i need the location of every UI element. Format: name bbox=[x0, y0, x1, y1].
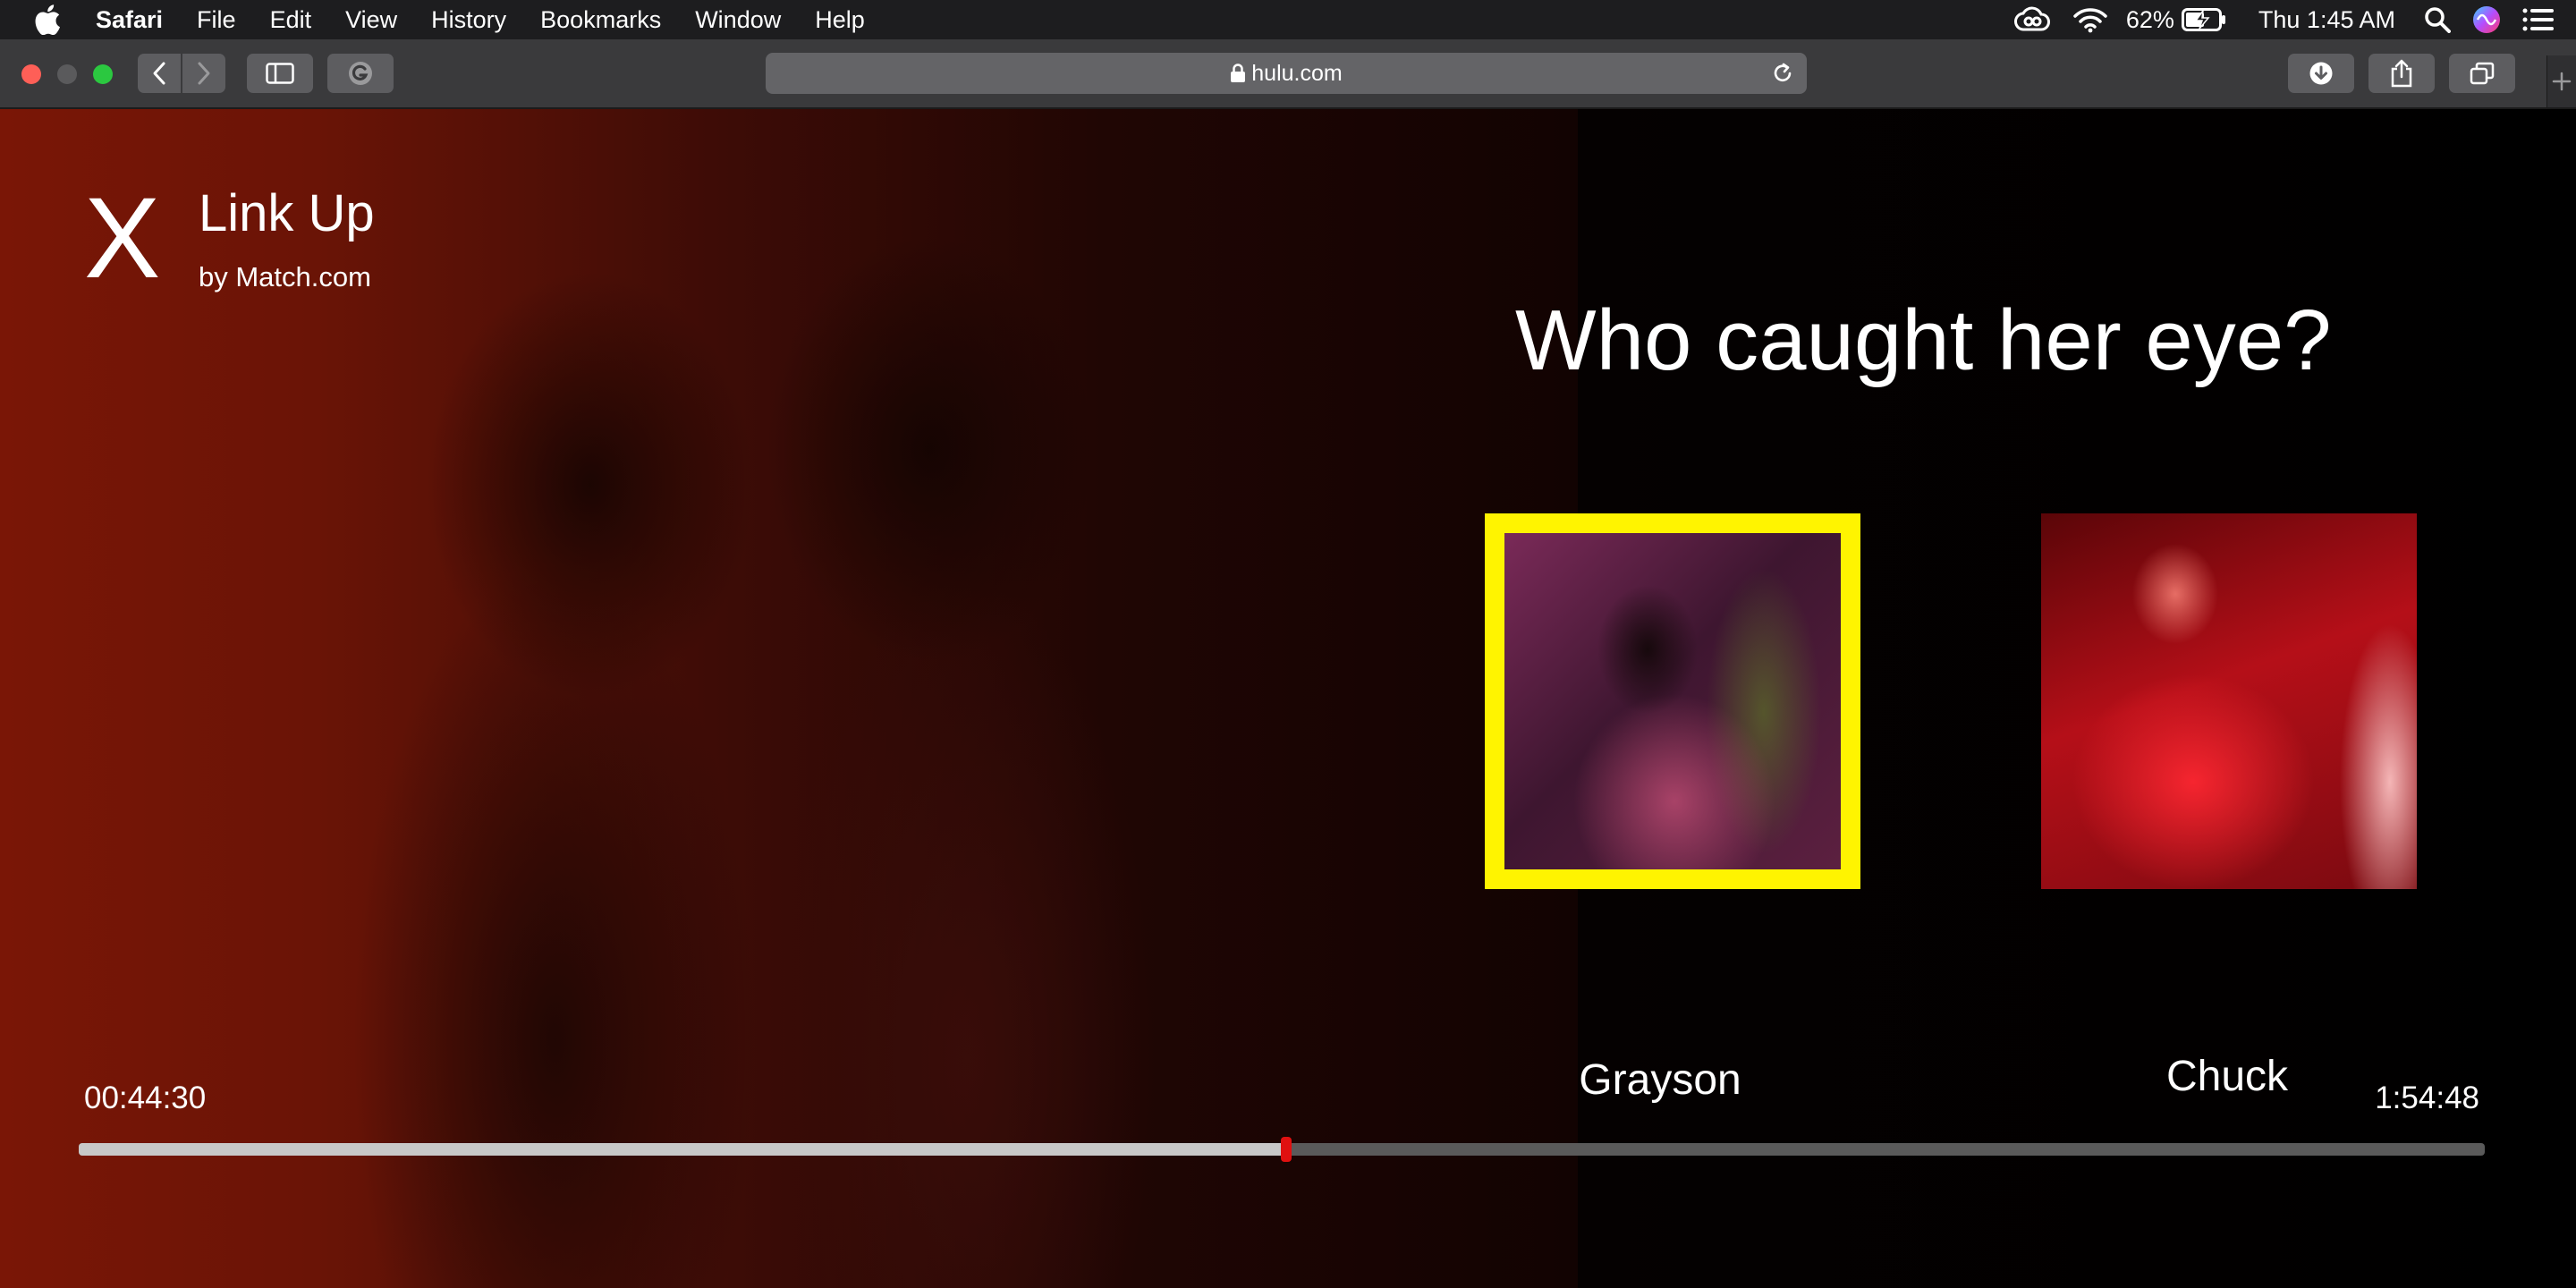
siri-icon[interactable] bbox=[2472, 5, 2501, 34]
downloads-button[interactable] bbox=[2288, 54, 2354, 93]
menu-edit[interactable]: Edit bbox=[253, 0, 329, 39]
reload-button[interactable] bbox=[1771, 62, 1794, 89]
grammarly-extension-button[interactable] bbox=[327, 54, 394, 93]
brand-mark: X bbox=[84, 174, 161, 302]
lock-icon bbox=[1231, 64, 1246, 82]
menu-file[interactable]: File bbox=[180, 0, 253, 39]
battery-percent[interactable]: 62% bbox=[2126, 6, 2174, 34]
spotlight-search-icon[interactable] bbox=[2424, 6, 2451, 33]
menu-bar: Safari File Edit View History Bookmarks … bbox=[0, 0, 2576, 39]
chevron-left-icon bbox=[153, 62, 165, 85]
reload-icon bbox=[1774, 63, 1792, 81]
choice-label-chuck[interactable]: Chuck bbox=[2039, 1052, 2415, 1102]
scrubber-handle[interactable] bbox=[1281, 1137, 1292, 1162]
grammarly-icon bbox=[349, 62, 372, 85]
window-zoom-button[interactable] bbox=[93, 64, 113, 84]
menubar-clock[interactable]: Thu 1:45 AM bbox=[2258, 6, 2395, 34]
plus-icon bbox=[2552, 72, 2572, 91]
share-button[interactable] bbox=[2368, 54, 2435, 93]
window-close-button[interactable] bbox=[21, 64, 41, 84]
menu-app-safari[interactable]: Safari bbox=[79, 0, 180, 39]
choice-card-chuck[interactable] bbox=[2041, 513, 2417, 889]
total-duration: 1:54:48 bbox=[2375, 1080, 2479, 1115]
menu-history[interactable]: History bbox=[414, 0, 523, 39]
brand-subtitle: by Match.com bbox=[199, 261, 371, 292]
choice-image-chuck bbox=[2041, 513, 2417, 889]
apple-icon[interactable] bbox=[16, 4, 79, 35]
download-icon bbox=[2309, 62, 2333, 85]
menu-window[interactable]: Window bbox=[678, 0, 798, 39]
interactive-question: Who caught her eye? bbox=[1515, 292, 2332, 388]
tab-overview-button[interactable] bbox=[2449, 54, 2515, 93]
menu-view[interactable]: View bbox=[328, 0, 414, 39]
menu-help[interactable]: Help bbox=[798, 0, 882, 39]
share-icon bbox=[2391, 59, 2412, 88]
address-url-text: hulu.com bbox=[1251, 60, 1343, 86]
wifi-icon[interactable] bbox=[2072, 6, 2108, 33]
forward-button[interactable] bbox=[182, 54, 225, 93]
choice-image-grayson bbox=[1504, 533, 1841, 869]
window-minimize-button[interactable] bbox=[57, 64, 77, 84]
address-url-display[interactable]: hulu.com bbox=[766, 53, 1807, 94]
notification-center-icon[interactable] bbox=[2522, 7, 2555, 32]
brand-title: Link Up bbox=[199, 184, 375, 242]
sidebar-toggle-button[interactable] bbox=[247, 54, 313, 93]
browser-toolbar: hulu.com bbox=[0, 39, 2576, 109]
menu-bookmarks[interactable]: Bookmarks bbox=[523, 0, 678, 39]
choice-label-grayson[interactable]: Grayson bbox=[1472, 1055, 1848, 1106]
address-bar[interactable]: hulu.com bbox=[766, 53, 1807, 94]
progress-bar-fill bbox=[79, 1143, 1287, 1156]
elapsed-time: 00:44:30 bbox=[84, 1080, 207, 1115]
creative-cloud-icon[interactable] bbox=[2013, 6, 2051, 33]
progress-bar[interactable] bbox=[79, 1137, 2485, 1162]
choice-card-grayson[interactable] bbox=[1485, 513, 1860, 889]
chevron-right-icon bbox=[198, 62, 210, 85]
tabs-icon bbox=[2470, 62, 2495, 85]
video-player[interactable]: X Link Up by Match.com Who caught her ey… bbox=[0, 109, 2576, 1288]
battery-charging-icon[interactable] bbox=[2181, 8, 2226, 31]
back-button[interactable] bbox=[138, 54, 181, 93]
sidebar-icon bbox=[266, 63, 294, 84]
new-tab-button[interactable] bbox=[2546, 55, 2576, 107]
